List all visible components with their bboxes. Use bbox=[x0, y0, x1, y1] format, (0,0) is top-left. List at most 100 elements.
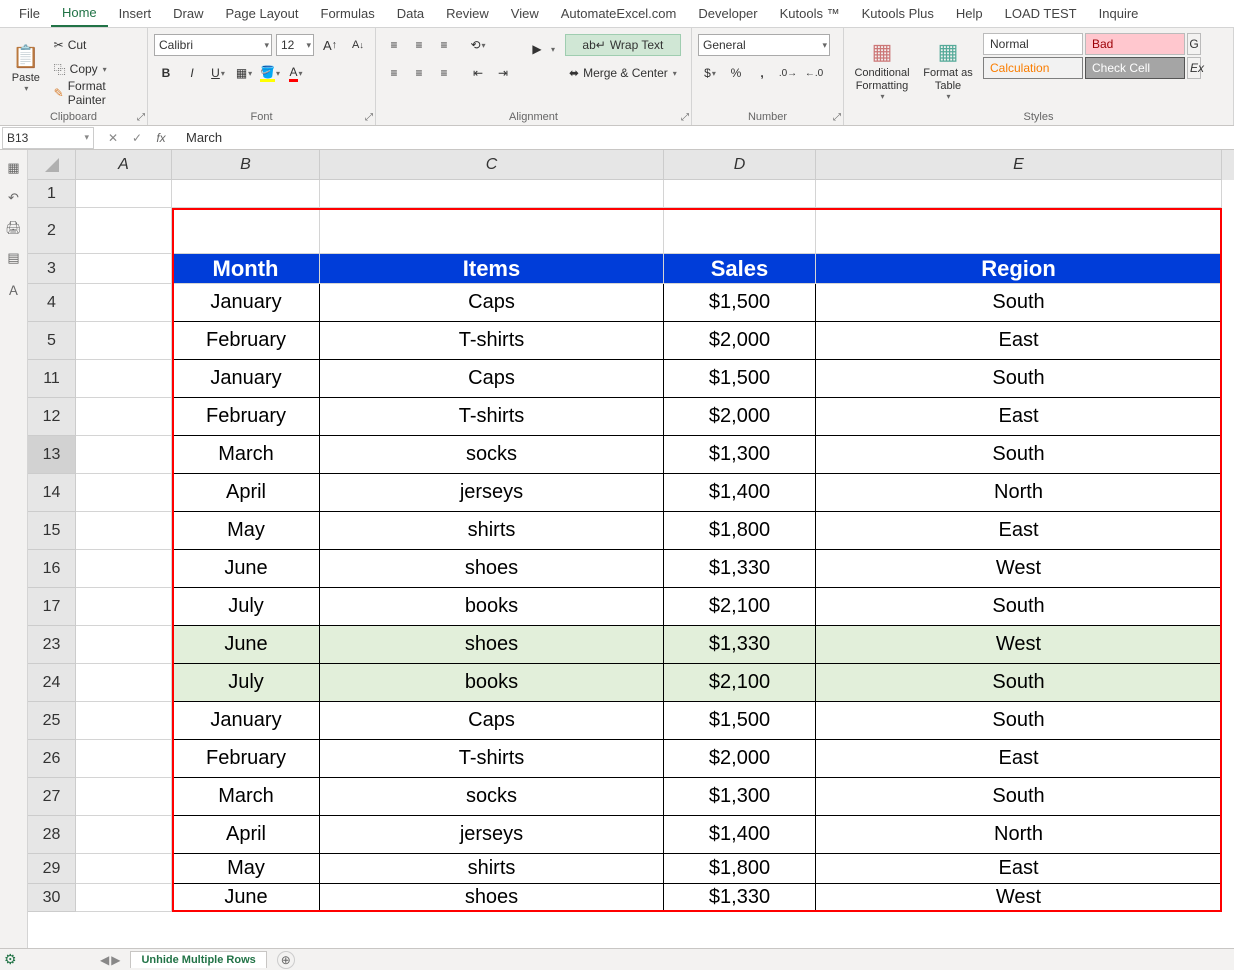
cell-B2[interactable] bbox=[172, 208, 320, 254]
cell-B13[interactable]: March bbox=[172, 436, 320, 474]
border-button[interactable]: ▦▾ bbox=[232, 62, 256, 84]
cell-E1[interactable] bbox=[816, 180, 1222, 208]
cell-D23[interactable]: $1,330 bbox=[664, 626, 816, 664]
cell-C11[interactable]: Caps bbox=[320, 360, 664, 398]
cell-C14[interactable]: jerseys bbox=[320, 474, 664, 512]
cell-B14[interactable]: April bbox=[172, 474, 320, 512]
cell-style-check-cell[interactable]: Check Cell bbox=[1085, 57, 1185, 79]
font-size-dropdown[interactable]: 12▾ bbox=[276, 34, 314, 56]
increase-indent-button[interactable]: ⇥ bbox=[491, 62, 515, 84]
tab-automate[interactable]: AutomateExcel.com bbox=[550, 1, 688, 26]
cell-D1[interactable] bbox=[664, 180, 816, 208]
cell-B5[interactable]: February bbox=[172, 322, 320, 360]
cell-C26[interactable]: T-shirts bbox=[320, 740, 664, 778]
cell-B27[interactable]: March bbox=[172, 778, 320, 816]
cell-A16[interactable] bbox=[76, 550, 172, 588]
cell-B28[interactable]: April bbox=[172, 816, 320, 854]
row-header-4[interactable]: 4 bbox=[28, 284, 76, 322]
underline-button[interactable]: U▾ bbox=[206, 62, 230, 84]
cell-A30[interactable] bbox=[76, 884, 172, 912]
row-header-1[interactable]: 1 bbox=[28, 180, 76, 208]
row-header-26[interactable]: 26 bbox=[28, 740, 76, 778]
cell-style-calculation[interactable]: Calculation bbox=[983, 57, 1083, 79]
cell-C13[interactable]: socks bbox=[320, 436, 664, 474]
fill-color-button[interactable]: 🪣▾ bbox=[258, 62, 282, 84]
row-header-17[interactable]: 17 bbox=[28, 588, 76, 626]
cell-D3[interactable]: Sales bbox=[664, 254, 816, 284]
increase-decimal-button[interactable]: .0→ bbox=[776, 62, 800, 84]
cell-A29[interactable] bbox=[76, 854, 172, 884]
side-tool-5[interactable]: Ａ bbox=[7, 280, 20, 299]
cell-E15[interactable]: East bbox=[816, 512, 1222, 550]
cell-D16[interactable]: $1,330 bbox=[664, 550, 816, 588]
cell-E13[interactable]: South bbox=[816, 436, 1222, 474]
tab-formulas[interactable]: Formulas bbox=[310, 1, 386, 26]
wrap-text-button[interactable]: ab↵Wrap Text bbox=[565, 34, 681, 56]
cell-B23[interactable]: June bbox=[172, 626, 320, 664]
format-as-table-button[interactable]: ▦ Format as Table▾ bbox=[920, 32, 976, 108]
cell-E11[interactable]: South bbox=[816, 360, 1222, 398]
tab-inquire[interactable]: Inquire bbox=[1088, 1, 1150, 26]
row-header-25[interactable]: 25 bbox=[28, 702, 76, 740]
tab-review[interactable]: Review bbox=[435, 1, 500, 26]
cell-C5[interactable]: T-shirts bbox=[320, 322, 664, 360]
row-header-30[interactable]: 30 bbox=[28, 884, 76, 912]
cell-C28[interactable]: jerseys bbox=[320, 816, 664, 854]
cell-C29[interactable]: shirts bbox=[320, 854, 664, 884]
cell-B3[interactable]: Month bbox=[172, 254, 320, 284]
row-header-28[interactable]: 28 bbox=[28, 816, 76, 854]
cell-E27[interactable]: South bbox=[816, 778, 1222, 816]
row-header-14[interactable]: 14 bbox=[28, 474, 76, 512]
cell-C23[interactable]: shoes bbox=[320, 626, 664, 664]
number-format-dropdown[interactable]: General▾ bbox=[698, 34, 830, 56]
cell-E29[interactable]: East bbox=[816, 854, 1222, 884]
cell-C24[interactable]: books bbox=[320, 664, 664, 702]
tab-home[interactable]: Home bbox=[51, 0, 108, 27]
align-top-button[interactable]: ≡ bbox=[382, 34, 406, 56]
tab-draw[interactable]: Draw bbox=[162, 1, 214, 26]
row-header-13[interactable]: 13 bbox=[28, 436, 76, 474]
cell-D29[interactable]: $1,800 bbox=[664, 854, 816, 884]
cell-B29[interactable]: May bbox=[172, 854, 320, 884]
cell-E2[interactable] bbox=[816, 208, 1222, 254]
cell-B15[interactable]: May bbox=[172, 512, 320, 550]
cell-B30[interactable]: June bbox=[172, 884, 320, 912]
sheet-nav-prev[interactable]: ◀ bbox=[100, 953, 109, 967]
cell-B4[interactable]: January bbox=[172, 284, 320, 322]
cell-D17[interactable]: $2,100 bbox=[664, 588, 816, 626]
tab-view[interactable]: View bbox=[500, 1, 550, 26]
cell-A5[interactable] bbox=[76, 322, 172, 360]
row-header-11[interactable]: 11 bbox=[28, 360, 76, 398]
row-header-24[interactable]: 24 bbox=[28, 664, 76, 702]
cell-B12[interactable]: February bbox=[172, 398, 320, 436]
cell-A26[interactable] bbox=[76, 740, 172, 778]
cell-B26[interactable]: February bbox=[172, 740, 320, 778]
alignment-dialog-launcher[interactable]: ⤢ bbox=[681, 112, 689, 123]
cell-E16[interactable]: West bbox=[816, 550, 1222, 588]
select-all-corner[interactable] bbox=[28, 150, 76, 180]
cell-D14[interactable]: $1,400 bbox=[664, 474, 816, 512]
font-name-dropdown[interactable]: Calibri▾ bbox=[154, 34, 272, 56]
accounting-format-button[interactable]: $▾ bbox=[698, 62, 722, 84]
decrease-indent-button[interactable]: ⇤ bbox=[466, 62, 490, 84]
cell-style-good[interactable]: G bbox=[1187, 33, 1201, 55]
cell-A27[interactable] bbox=[76, 778, 172, 816]
cancel-formula-button[interactable]: ✕ bbox=[104, 131, 122, 145]
conditional-formatting-button[interactable]: ▦ Conditional Formatting▾ bbox=[850, 32, 914, 108]
cell-E26[interactable]: East bbox=[816, 740, 1222, 778]
cell-B24[interactable]: July bbox=[172, 664, 320, 702]
cell-A25[interactable] bbox=[76, 702, 172, 740]
cell-B16[interactable]: June bbox=[172, 550, 320, 588]
side-tool-2[interactable]: ↶ bbox=[8, 190, 19, 206]
formula-input[interactable]: March bbox=[180, 130, 1234, 145]
tab-file[interactable]: File bbox=[8, 1, 51, 26]
cell-style-normal[interactable]: Normal bbox=[983, 33, 1083, 55]
tab-data[interactable]: Data bbox=[386, 1, 435, 26]
column-header-D[interactable]: D bbox=[664, 150, 816, 180]
cell-A12[interactable] bbox=[76, 398, 172, 436]
cell-E12[interactable]: East bbox=[816, 398, 1222, 436]
cell-D27[interactable]: $1,300 bbox=[664, 778, 816, 816]
cell-A2[interactable] bbox=[76, 208, 172, 254]
cell-A4[interactable] bbox=[76, 284, 172, 322]
cell-E17[interactable]: South bbox=[816, 588, 1222, 626]
